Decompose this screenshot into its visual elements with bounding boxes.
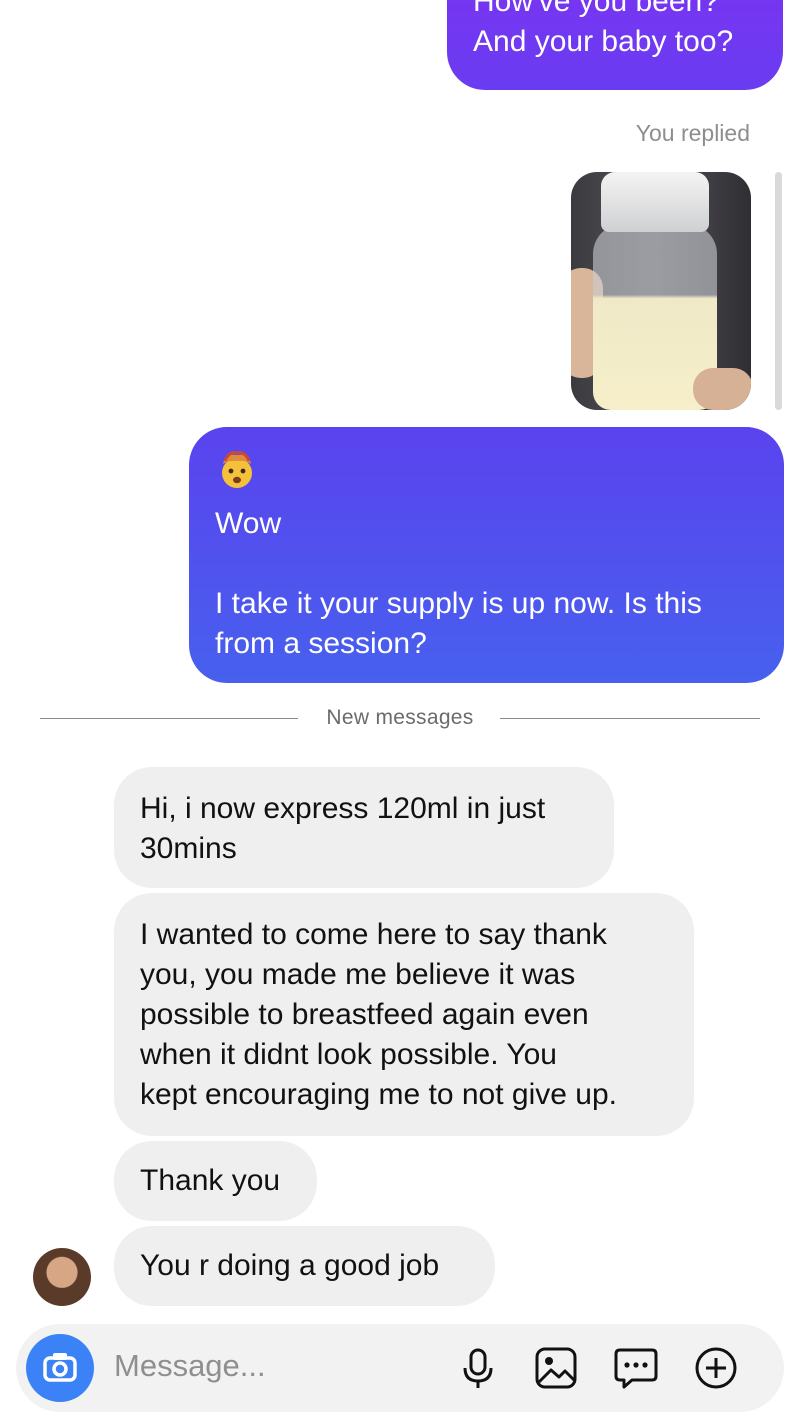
message-text: Hi, i now express 120ml in just xyxy=(140,792,546,825)
message-text: I take it your supply is up now. Is this xyxy=(215,587,702,620)
message-text: How've you been? xyxy=(473,0,719,18)
divider-rule xyxy=(500,718,760,719)
message-text: possible to breastfeed again even xyxy=(140,998,589,1031)
received-message-bubble[interactable]: Hi, i now express 120ml in just 30mins xyxy=(114,767,614,888)
message-text: 30mins xyxy=(140,832,237,865)
photo-thumb-shape xyxy=(693,368,751,410)
message-text: kept encouraging me to not give up. xyxy=(140,1078,617,1111)
image-icon[interactable] xyxy=(532,1344,580,1392)
received-message-bubble[interactable]: Thank you xyxy=(114,1141,317,1221)
message-text: you, you made me believe it was xyxy=(140,958,576,991)
camera-icon xyxy=(43,1353,77,1382)
sent-message-bubble[interactable]: How've you been? And your baby too? xyxy=(447,0,783,90)
photo-attachment[interactable] xyxy=(571,172,751,410)
scrollbar[interactable] xyxy=(775,172,782,410)
message-composer: Message... xyxy=(16,1324,784,1412)
sender-avatar[interactable] xyxy=(33,1248,91,1306)
message-text: when it didnt look possible. You xyxy=(140,1038,557,1071)
message-text: You r doing a good job xyxy=(140,1249,440,1282)
message-text: And your baby too? xyxy=(473,25,734,58)
you-replied-label: You replied xyxy=(635,120,750,146)
sent-message-bubble[interactable]: Wow I take it your supply is up now. Is … xyxy=(189,427,784,683)
message-text: Wow xyxy=(215,507,282,540)
microphone-icon[interactable] xyxy=(454,1344,502,1392)
photo-cap-shape xyxy=(601,172,709,232)
camera-button[interactable] xyxy=(26,1334,94,1402)
new-messages-divider: New messages xyxy=(40,704,760,734)
received-message-bubble[interactable]: You r doing a good job xyxy=(114,1226,495,1306)
received-message-bubble[interactable]: I wanted to come here to say thank you, … xyxy=(114,893,694,1136)
sticker-chat-icon[interactable] xyxy=(612,1344,660,1392)
message-input[interactable]: Message... xyxy=(114,1348,266,1384)
exploding-head-icon xyxy=(222,451,252,488)
message-text: from a session? xyxy=(215,627,427,660)
message-text: Thank you xyxy=(140,1164,281,1197)
message-text: I wanted to come here to say thank xyxy=(140,918,607,951)
plus-icon[interactable] xyxy=(692,1344,740,1392)
